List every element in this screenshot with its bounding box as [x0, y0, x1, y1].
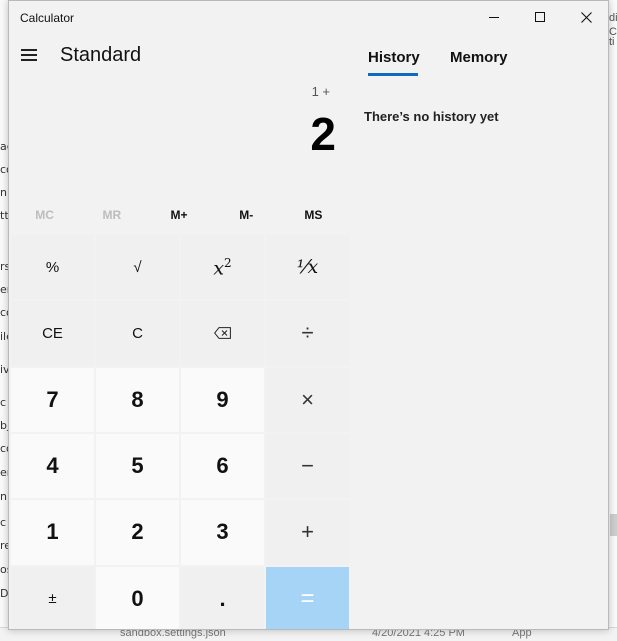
history-empty-message: There’s no history yet [364, 109, 499, 124]
backspace-button[interactable] [181, 301, 264, 366]
bg-scrollbar-thumb[interactable] [610, 514, 617, 536]
title-bar[interactable]: Calculator [9, 1, 608, 33]
square-button[interactable]: x2 [181, 235, 264, 300]
result-display: 2 [310, 108, 336, 160]
bg-fragment: ile [0, 330, 8, 343]
minimize-icon [489, 16, 499, 18]
percent-button[interactable]: % [11, 235, 94, 300]
bg-fragment: iv [0, 363, 8, 376]
tab-memory[interactable]: Memory [450, 49, 508, 66]
bg-fragment: co [0, 442, 8, 455]
memory-clear-button: MC [35, 208, 54, 222]
reciprocal-label: ⅟x [296, 256, 319, 279]
reciprocal-button[interactable]: ⅟x [266, 235, 349, 300]
bg-fragment: nl [0, 186, 8, 199]
bg-fragment: nl [0, 490, 8, 503]
clear-button[interactable]: C [96, 301, 179, 366]
calculator-window: Calculator Standard 1 + 2 MC MR M+ M- MS… [8, 0, 609, 630]
negate-button[interactable]: ± [11, 566, 94, 629]
square-base: x [213, 256, 225, 279]
memory-recall-button: MR [102, 208, 122, 222]
digit-8-button[interactable]: 8 [96, 367, 179, 432]
digit-4-button[interactable]: 4 [11, 434, 94, 499]
digit-5-button[interactable]: 5 [96, 434, 179, 499]
memory-controls: MC MR M+ M- MS [11, 201, 347, 229]
square-label: x2 [213, 256, 231, 279]
bg-fragment: ac [0, 140, 8, 153]
memory-add-button[interactable]: M+ [145, 201, 212, 229]
tab-history[interactable]: History [368, 49, 420, 66]
subtract-button[interactable]: − [266, 434, 349, 499]
digit-9-button[interactable]: 9 [181, 367, 264, 432]
maximize-button[interactable] [517, 1, 563, 33]
digit-7-button[interactable]: 7 [11, 367, 94, 432]
bg-fragment: en [0, 466, 8, 479]
close-button[interactable] [563, 1, 608, 33]
bg-fragment: bj [0, 419, 8, 432]
expression-display: 1 + [311, 84, 330, 99]
keypad: % √ x2 ⅟x CE C ÷ 7 8 9 × 4 5 6 − 1 2 3 +… [11, 235, 349, 629]
bg-fragment: ti [609, 36, 615, 48]
bg-fragment: re [0, 539, 8, 552]
memory-subtract-button[interactable]: M- [213, 201, 280, 229]
backspace-icon [214, 327, 231, 340]
add-button[interactable]: + [266, 500, 349, 565]
window-title: Calculator [20, 11, 75, 25]
background-right-edge: C di ti [609, 0, 617, 641]
minimize-button[interactable] [471, 1, 517, 33]
bg-fragment: os [0, 563, 8, 576]
decimal-button[interactable]: . [181, 566, 264, 629]
square-exponent: 2 [224, 255, 232, 270]
digit-2-button[interactable]: 2 [96, 500, 179, 565]
bg-fragment: D [0, 587, 8, 600]
background-left-edge: ac co nl tt rs en co ile iv c bj co en n… [0, 0, 8, 641]
maximize-icon [535, 12, 545, 22]
digit-3-button[interactable]: 3 [181, 500, 264, 565]
bg-fragment: en [0, 283, 8, 296]
hamburger-icon-line [21, 59, 37, 61]
square-root-button[interactable]: √ [96, 235, 179, 300]
hamburger-icon-line [21, 54, 37, 56]
bg-fragment: co [0, 163, 8, 176]
navigation-menu-button[interactable] [13, 39, 45, 71]
digit-6-button[interactable]: 6 [181, 434, 264, 499]
multiply-button[interactable]: × [266, 367, 349, 432]
mode-title: Standard [60, 44, 142, 66]
clear-entry-button[interactable]: CE [11, 301, 94, 366]
equals-button[interactable]: = [266, 566, 349, 629]
bg-fragment: co [0, 306, 8, 319]
bg-fragment: rs [0, 260, 8, 273]
divide-button[interactable]: ÷ [266, 301, 349, 366]
bg-fragment: tt [0, 209, 8, 222]
digit-1-button[interactable]: 1 [11, 500, 94, 565]
active-tab-indicator [368, 73, 418, 76]
bg-fragment: c [0, 396, 7, 409]
digit-0-button[interactable]: 0 [96, 566, 179, 629]
memory-store-button[interactable]: MS [280, 201, 347, 229]
close-icon [580, 11, 592, 23]
bg-fragment: di [609, 12, 617, 24]
bg-fragment: c [0, 516, 7, 529]
hamburger-icon-line [21, 49, 37, 51]
